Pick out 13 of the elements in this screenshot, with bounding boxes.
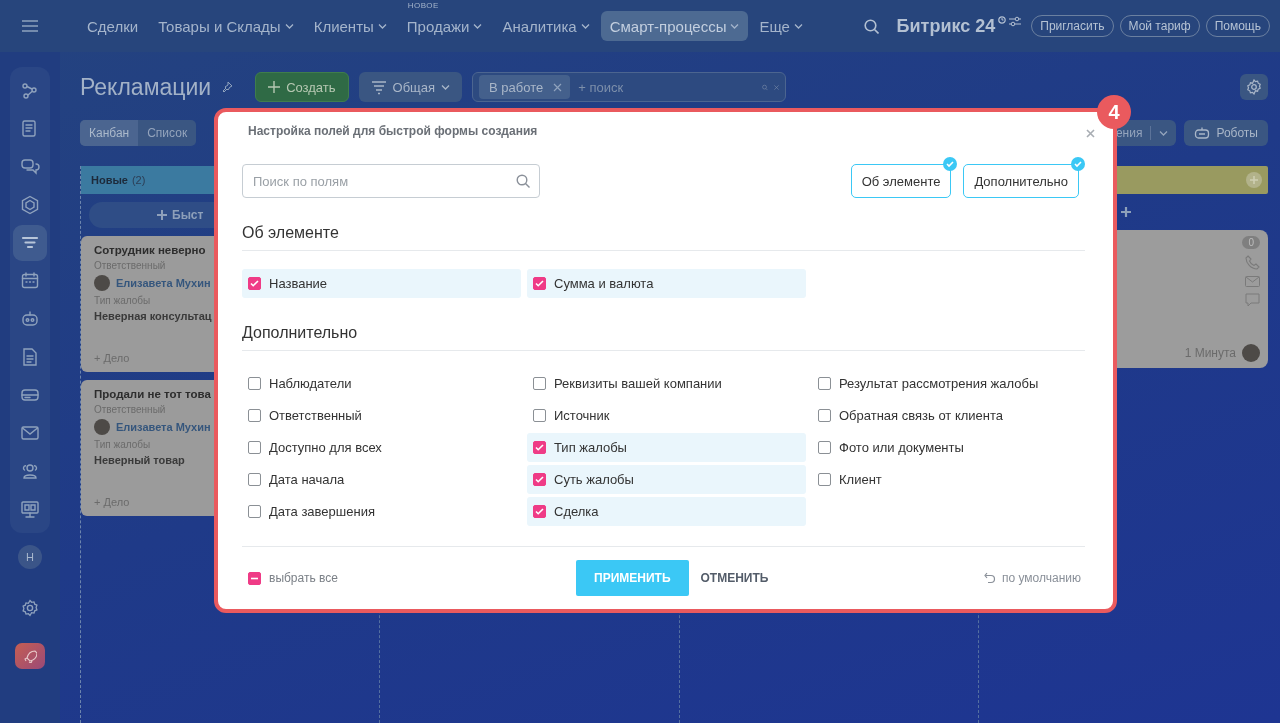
card-title: Продали не тот това [94, 388, 211, 400]
step-number-badge: 4 [1097, 95, 1131, 129]
card-title: Сотрудник неверно [94, 244, 206, 256]
column-count: (2) [131, 174, 146, 186]
field-value: Неверный товар [94, 454, 185, 466]
page-title: Рекламации [80, 73, 212, 101]
section-heading: Дополнительно [242, 324, 1085, 351]
field-value: Неверная консультац [94, 310, 212, 322]
dialog-title: Настройка полей для быстрой формы создания [248, 124, 539, 138]
section-heading: Об элементе [242, 224, 1085, 251]
column-title: Новые [91, 174, 128, 186]
new-label: НОВОЕ [407, 1, 439, 10]
logo-text: Битрикс 24 [896, 15, 996, 37]
